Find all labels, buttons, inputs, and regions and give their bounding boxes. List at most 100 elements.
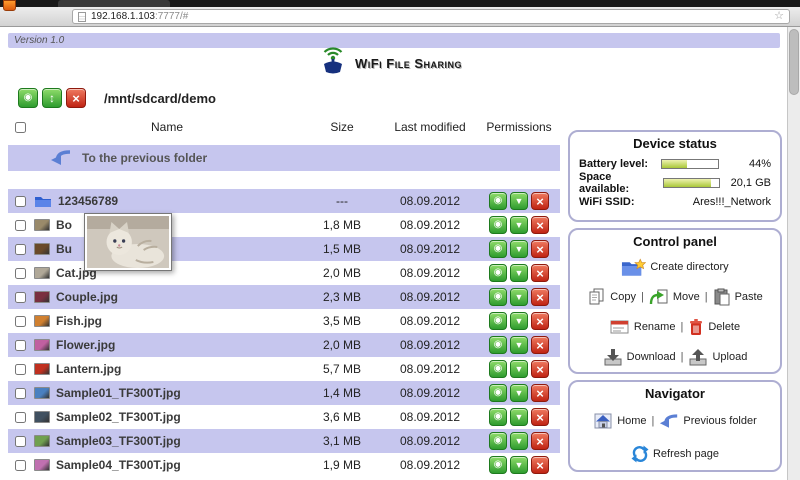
view-button[interactable]: ◉	[489, 384, 507, 402]
file-name[interactable]: Flower.jpg	[56, 338, 115, 352]
download-button[interactable]: Download	[603, 348, 676, 366]
file-name[interactable]: Lantern.jpg	[56, 362, 121, 376]
view-button[interactable]: ◉	[489, 216, 507, 234]
file-name[interactable]: Fish.jpg	[56, 314, 102, 328]
table-row: Sample01_TF300T.jpg 1,4 MB 08.09.2012 ◉ …	[8, 381, 560, 405]
file-name[interactable]: Sample01_TF300T.jpg	[56, 386, 181, 400]
table-row: Fish.jpg 3,5 MB 08.09.2012 ◉ ▼ ×	[8, 309, 560, 333]
row-checkbox[interactable]	[15, 268, 26, 279]
url-input[interactable]: 192.168.1.103 :7777/# ☆	[72, 9, 790, 24]
sort-button[interactable]: ↕	[42, 88, 62, 108]
delete-button[interactable]: Delete	[688, 318, 740, 336]
download-icon: ▼	[515, 365, 524, 374]
view-button[interactable]: ◉	[489, 264, 507, 282]
delete-button[interactable]: ×	[531, 216, 549, 234]
download-button[interactable]: ▼	[510, 264, 528, 282]
file-size: 2,0 MB	[302, 338, 382, 352]
column-header-modified[interactable]: Last modified	[382, 120, 478, 134]
view-button[interactable]: ◉	[489, 240, 507, 258]
delete-button[interactable]: ×	[531, 408, 549, 426]
delete-button[interactable]: ×	[531, 432, 549, 450]
download-button[interactable]: ▼	[510, 288, 528, 306]
delete-button[interactable]: ×	[531, 360, 549, 378]
upload-button[interactable]: Upload	[688, 348, 747, 366]
browser-tab[interactable]	[58, 0, 170, 7]
view-button[interactable]: ◉	[489, 408, 507, 426]
delete-button[interactable]: ×	[531, 264, 549, 282]
file-name[interactable]: Bo	[56, 218, 72, 232]
download-button[interactable]: ▼	[510, 216, 528, 234]
download-button[interactable]: ▼	[510, 384, 528, 402]
file-modified: 08.09.2012	[382, 458, 478, 472]
bookmark-star-icon[interactable]: ☆	[774, 11, 784, 22]
file-size: 1,9 MB	[302, 458, 382, 472]
file-name[interactable]: Sample02_TF300T.jpg	[56, 410, 181, 424]
file-size: ---	[302, 194, 382, 208]
delete-button[interactable]: ×	[531, 384, 549, 402]
download-button[interactable]: ▼	[510, 408, 528, 426]
file-name[interactable]: Sample03_TF300T.jpg	[56, 434, 181, 448]
delete-button[interactable]: ×	[531, 312, 549, 330]
download-icon: ▼	[515, 437, 524, 446]
refresh-page-button[interactable]: Refresh page	[631, 445, 719, 463]
view-button[interactable]: ◉	[489, 288, 507, 306]
row-checkbox[interactable]	[15, 436, 26, 447]
file-name[interactable]: Bu	[56, 242, 72, 256]
row-checkbox[interactable]	[15, 364, 26, 375]
row-checkbox[interactable]	[15, 220, 26, 231]
file-modified: 08.09.2012	[382, 194, 478, 208]
rename-button[interactable]: Rename	[610, 319, 676, 335]
move-button[interactable]: Move	[649, 288, 700, 306]
copy-button[interactable]: Copy	[587, 288, 636, 306]
delete-button[interactable]: ×	[531, 336, 549, 354]
download-button[interactable]: ▼	[510, 240, 528, 258]
row-checkbox[interactable]	[15, 292, 26, 303]
download-button[interactable]: ▼	[510, 456, 528, 474]
delete-button[interactable]: ×	[531, 240, 549, 258]
previous-folder-button[interactable]: Previous folder	[659, 413, 756, 428]
table-row: Sample03_TF300T.jpg 3,1 MB 08.09.2012 ◉ …	[8, 429, 560, 453]
row-checkbox[interactable]	[15, 244, 26, 255]
delete-button[interactable]: ×	[531, 288, 549, 306]
delete-all-button[interactable]: ×	[66, 88, 86, 108]
create-directory-button[interactable]: Create directory	[621, 258, 728, 277]
download-button[interactable]: ▼	[510, 432, 528, 450]
delete-button[interactable]: ×	[531, 456, 549, 474]
scrollbar-thumb[interactable]	[789, 29, 799, 95]
previous-folder-row[interactable]: To the previous folder	[8, 145, 560, 171]
column-header-name[interactable]: Name	[32, 120, 302, 134]
download-button[interactable]: ▼	[510, 336, 528, 354]
row-checkbox[interactable]	[15, 316, 26, 327]
view-all-button[interactable]: ◉	[18, 88, 38, 108]
paste-button[interactable]: Paste	[713, 288, 763, 306]
delete-icon: ×	[536, 387, 544, 400]
download-button[interactable]: ▼	[510, 312, 528, 330]
copy-label: Copy	[610, 291, 636, 303]
view-button[interactable]: ◉	[489, 192, 507, 210]
home-button[interactable]: Home	[593, 412, 646, 430]
row-checkbox[interactable]	[15, 388, 26, 399]
row-checkbox[interactable]	[15, 340, 26, 351]
select-all-checkbox[interactable]	[15, 122, 26, 133]
browser-menu-button[interactable]	[3, 0, 16, 11]
delete-button[interactable]: ×	[531, 192, 549, 210]
row-checkbox[interactable]	[15, 196, 26, 207]
view-button[interactable]: ◉	[489, 360, 507, 378]
download-button[interactable]: ▼	[510, 192, 528, 210]
file-modified: 08.09.2012	[382, 242, 478, 256]
view-button[interactable]: ◉	[489, 312, 507, 330]
download-button[interactable]: ▼	[510, 360, 528, 378]
file-name[interactable]: Couple.jpg	[56, 290, 118, 304]
view-button[interactable]: ◉	[489, 432, 507, 450]
file-size: 3,6 MB	[302, 410, 382, 424]
file-modified: 08.09.2012	[382, 362, 478, 376]
row-checkbox[interactable]	[15, 412, 26, 423]
file-name[interactable]: Sample04_TF300T.jpg	[56, 458, 181, 472]
file-name[interactable]: 123456789	[58, 194, 118, 208]
view-icon: ◉	[494, 316, 503, 326]
view-button[interactable]: ◉	[489, 456, 507, 474]
vertical-scrollbar[interactable]	[787, 27, 800, 480]
row-checkbox[interactable]	[15, 460, 26, 471]
column-header-size[interactable]: Size	[302, 120, 382, 134]
view-button[interactable]: ◉	[489, 336, 507, 354]
